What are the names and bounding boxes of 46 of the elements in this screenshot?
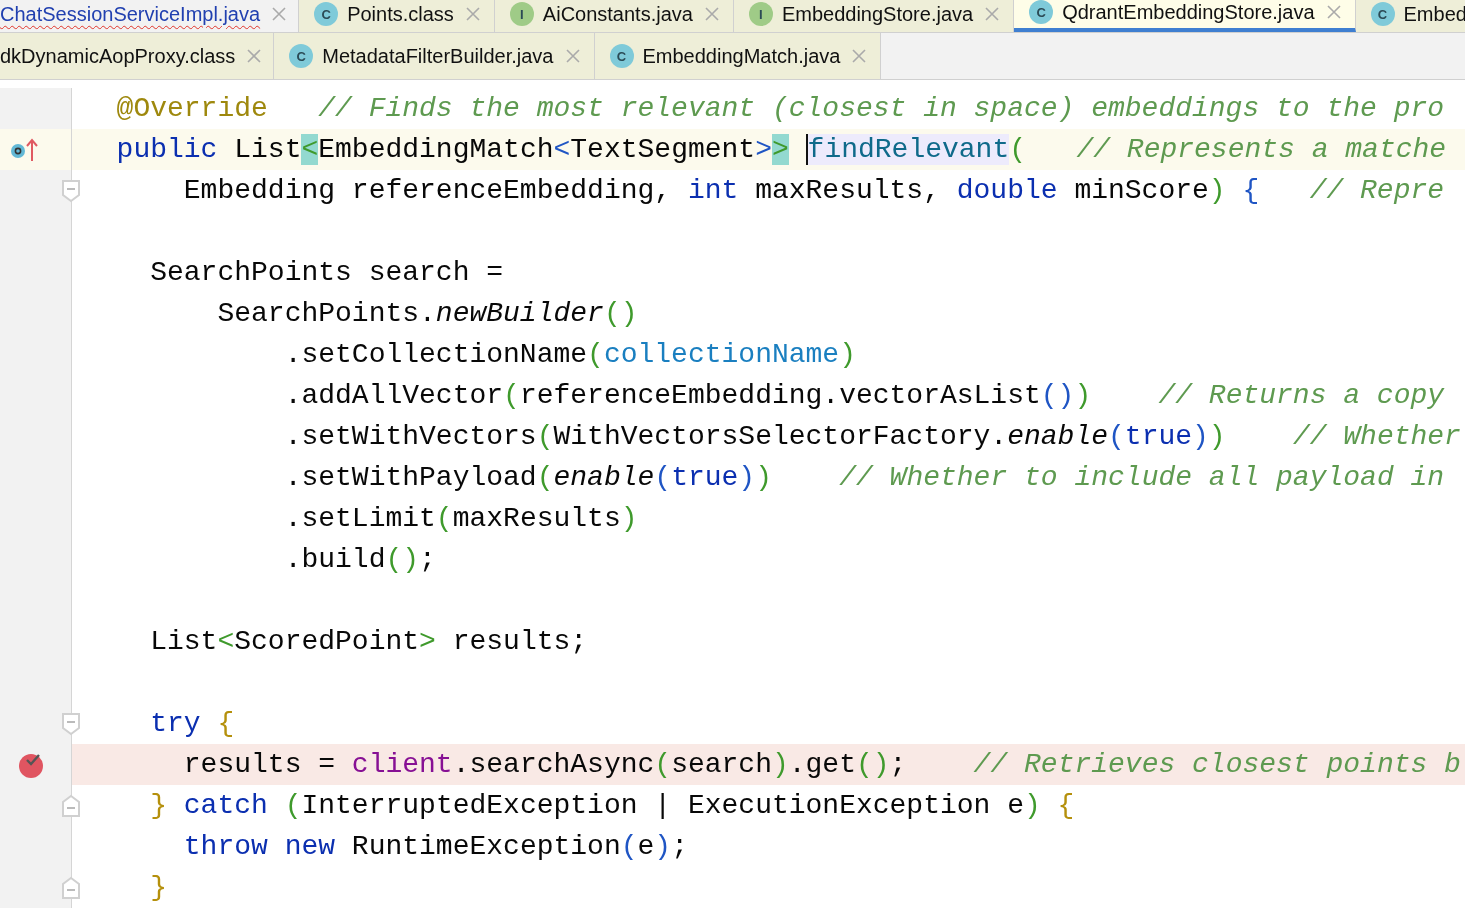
class-icon: C bbox=[609, 44, 634, 68]
code-line: try { bbox=[149, 707, 235, 741]
fold-icon[interactable] bbox=[61, 711, 81, 736]
code-line: SearchPoints.newBuilder() bbox=[216, 297, 638, 331]
code-line: public List<EmbeddingMatch<TextSegment>> findRelevant( // Represents a matche bbox=[115, 133, 1447, 167]
class-icon: C bbox=[314, 2, 339, 26]
file-tab[interactable]: C Points.class bbox=[299, 0, 495, 32]
code-line: .setWithVectors(WithVectorsSelectorFactory.enable(true)) // Whether bbox=[283, 420, 1461, 454]
file-tab[interactable]: dkDynamicAopProxy.class bbox=[0, 33, 275, 79]
close-icon[interactable] bbox=[465, 7, 480, 21]
close-icon[interactable] bbox=[247, 49, 262, 63]
code-line: throw new RuntimeException(e); bbox=[182, 830, 688, 864]
file-tab[interactable]: I AiConstants.java bbox=[494, 0, 734, 32]
interface-icon: I bbox=[748, 2, 773, 26]
file-tab[interactable]: I EmbeddingStore.java bbox=[733, 0, 1015, 32]
interface-icon: I bbox=[509, 2, 534, 26]
close-icon[interactable] bbox=[272, 7, 287, 21]
close-icon[interactable] bbox=[1326, 5, 1341, 19]
close-icon[interactable] bbox=[852, 49, 867, 63]
class-icon: C bbox=[1370, 2, 1395, 26]
code-line: .setCollectionName(collectionName) bbox=[283, 338, 856, 372]
code-line: } catch (InterruptedException | ExecutionException e) { bbox=[149, 789, 1075, 823]
code-line: SearchPoints search = bbox=[149, 256, 504, 290]
class-icon: C bbox=[1029, 0, 1054, 24]
close-icon[interactable] bbox=[985, 7, 1000, 21]
fold-icon[interactable] bbox=[61, 793, 81, 818]
code-line: .setWithPayload(enable(true)) // Whether to include all payload in bbox=[283, 461, 1445, 495]
file-tab[interactable]: C EmbeddingMatch.java bbox=[594, 33, 882, 79]
code-line: @Override // Finds the most relevant (closest in space) embeddings to the pro bbox=[115, 92, 1445, 126]
fold-icon[interactable] bbox=[61, 875, 81, 900]
code-line: .setLimit(maxResults) bbox=[283, 502, 638, 536]
code-line: List<ScoredPoint> results; bbox=[149, 625, 588, 659]
code-line: results = client.searchAsync(search).get(); // Retrieves closest points b bbox=[182, 748, 1461, 782]
class-icon: C bbox=[289, 44, 314, 68]
close-icon[interactable] bbox=[565, 49, 580, 63]
override-icon bbox=[10, 136, 38, 163]
fold-icon[interactable] bbox=[61, 178, 81, 203]
file-tab[interactable]: C Embed bbox=[1355, 0, 1465, 32]
code-line: .addAllVector(referenceEmbedding.vectorAsList()) // Returns a copy bbox=[283, 379, 1445, 413]
code-line: } bbox=[149, 871, 167, 905]
close-icon[interactable] bbox=[704, 7, 719, 21]
code-line: Embedding referenceEmbedding, int maxResults, double minScore) { // Repre bbox=[182, 174, 1445, 208]
code-line: .build(); bbox=[283, 543, 436, 577]
file-tab[interactable]: ChatSessionServiceImpl.java bbox=[0, 0, 300, 32]
file-tab[interactable]: C QdrantEmbeddingStore.java bbox=[1014, 0, 1356, 32]
file-tab[interactable]: C MetadataFilterBuilder.java bbox=[274, 33, 595, 79]
